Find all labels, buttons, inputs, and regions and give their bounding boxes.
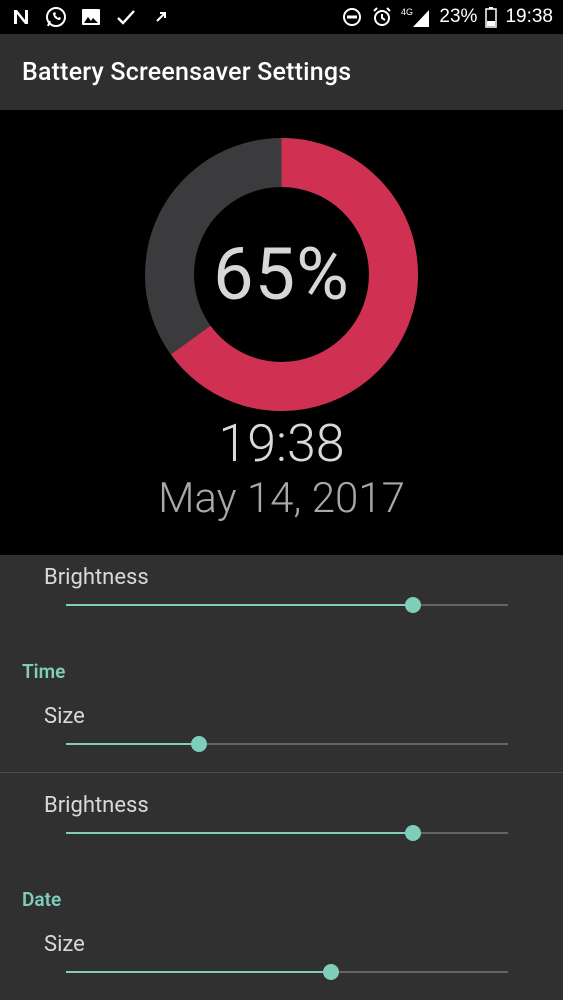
status-left-icons	[10, 6, 172, 28]
time-brightness-label: Brightness	[44, 793, 149, 818]
notification-n-icon	[10, 6, 32, 28]
app-bar: Battery Screensaver Settings	[0, 34, 563, 110]
image-icon	[80, 6, 102, 28]
slider-thumb[interactable]	[190, 736, 207, 752]
check-icon	[115, 6, 137, 28]
signal-icon: 4G	[401, 6, 431, 28]
status-right: 4G 23% 19:38	[341, 6, 553, 28]
slider-fill	[66, 743, 199, 745]
slider-thumb[interactable]	[323, 964, 340, 980]
slider-thumb[interactable]	[404, 597, 421, 613]
battery-percent: 23%	[439, 6, 478, 27]
do-not-disturb-icon	[341, 6, 363, 28]
time-size-slider[interactable]	[66, 732, 508, 756]
section-header-time: Time	[22, 660, 66, 683]
divider	[0, 772, 563, 773]
status-bar: 4G 23% 19:38	[0, 0, 563, 34]
date-size-label: Size	[44, 932, 85, 957]
arrow-icon	[150, 6, 172, 28]
section-header-date: Date	[22, 888, 62, 911]
settings-list: Brightness Time Size Brightness Date Siz…	[0, 555, 563, 1000]
page-title: Battery Screensaver Settings	[22, 57, 352, 87]
slider-fill	[66, 832, 413, 834]
battery-icon	[485, 6, 498, 28]
battery-percent-label: 65%	[213, 232, 350, 317]
slider-fill	[66, 604, 413, 606]
screensaver-preview: 65% 19:38 May 14, 2017	[0, 110, 563, 555]
alarm-icon	[371, 6, 393, 28]
date-size-slider[interactable]	[66, 960, 508, 984]
battery-brightness-label: Brightness	[44, 565, 149, 590]
preview-date: May 14, 2017	[158, 474, 405, 523]
preview-time: 19:38	[218, 413, 345, 474]
whatsapp-icon	[45, 6, 67, 28]
time-brightness-slider[interactable]	[66, 821, 508, 845]
battery-brightness-slider[interactable]	[66, 593, 508, 617]
status-time: 19:38	[505, 6, 553, 27]
slider-fill	[66, 971, 332, 973]
slider-thumb[interactable]	[404, 825, 421, 841]
network-type: 4G	[401, 7, 413, 17]
time-size-label: Size	[44, 704, 85, 729]
